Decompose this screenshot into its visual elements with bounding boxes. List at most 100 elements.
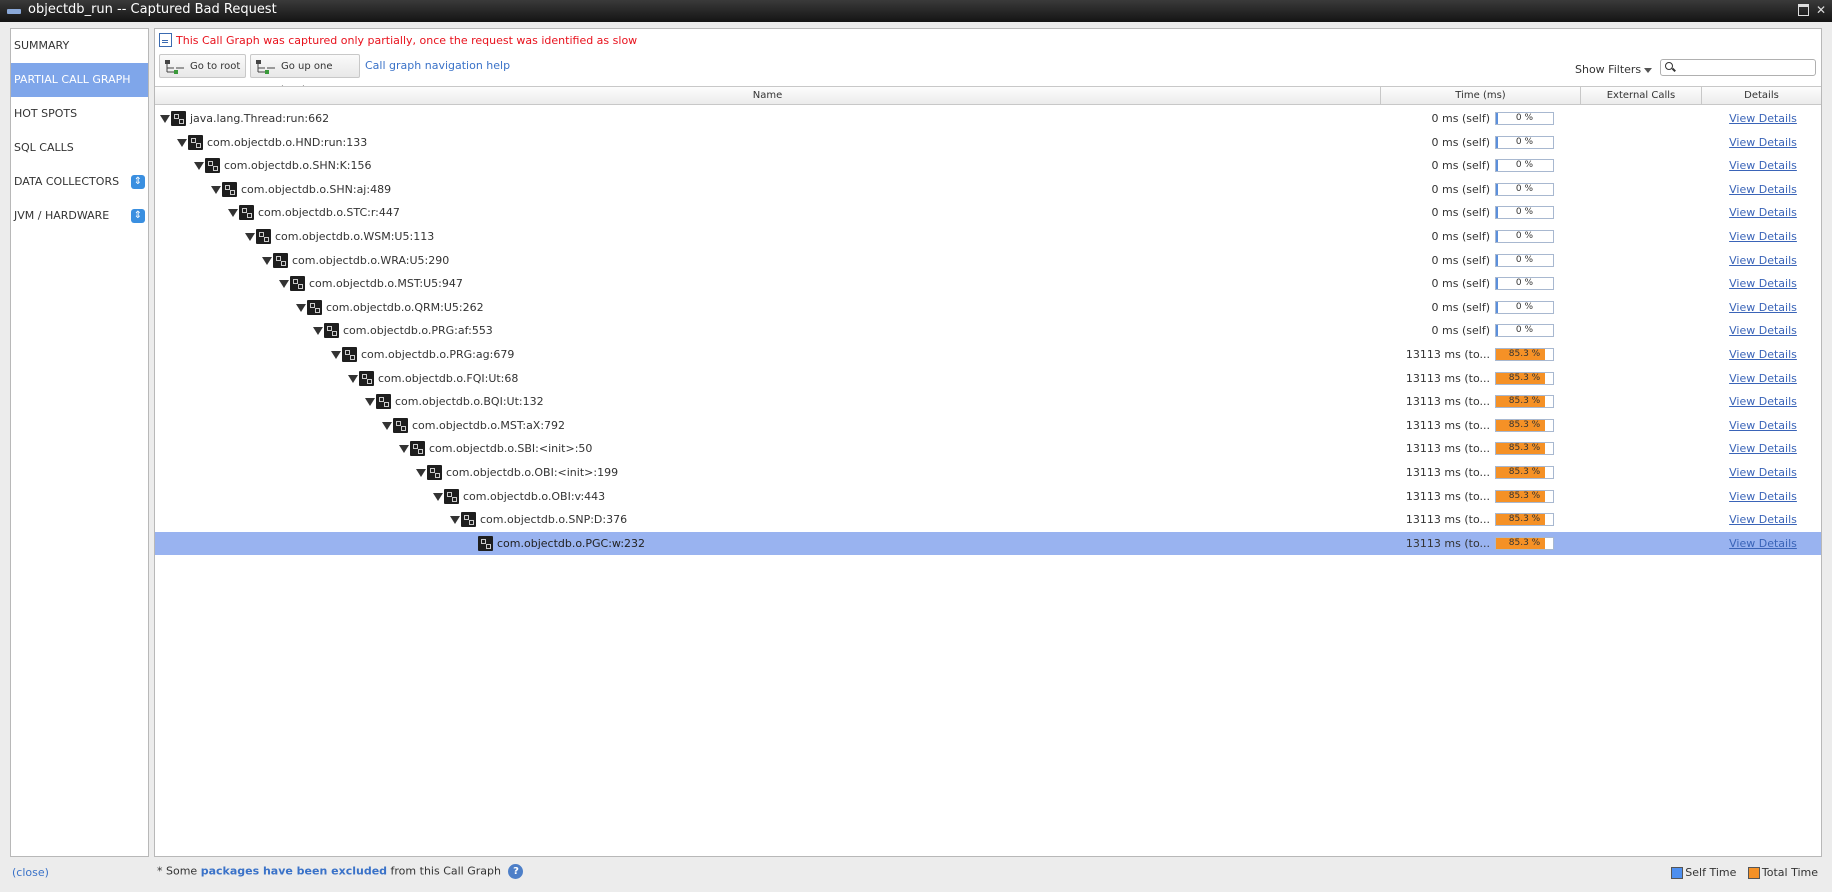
expand-triangle-icon[interactable]	[228, 209, 238, 217]
view-details-link[interactable]: View Details	[1728, 272, 1798, 295]
view-details-link[interactable]: View Details	[1728, 249, 1798, 272]
table-row[interactable]: com.objectdb.o.MST:U5:947 0 ms (self) 0 % V…	[155, 272, 1821, 295]
view-details-link[interactable]: View Details	[1728, 319, 1798, 342]
expand-triangle-icon[interactable]	[313, 327, 323, 335]
close-window-icon[interactable]: ✕	[1814, 3, 1828, 17]
sidebar-item-partial-call-graph[interactable]: PARTIAL CALL GRAPH	[11, 63, 148, 97]
navigation-help-link[interactable]: Call graph navigation help	[365, 56, 510, 76]
time-percent-bar: 85.3 %	[1495, 419, 1554, 432]
sidebar-item-sql-calls[interactable]: SQL CALLS	[11, 131, 148, 165]
help-icon[interactable]: ?	[508, 864, 524, 879]
view-details-link[interactable]: View Details	[1728, 296, 1798, 319]
view-details-link[interactable]: View Details	[1728, 508, 1798, 531]
column-header-time[interactable]: Time (ms)	[1381, 87, 1581, 104]
table-row[interactable]: java.lang.Thread:run:662 0 ms (self) 0 % Vi…	[155, 107, 1821, 130]
view-details-link[interactable]: View Details	[1728, 461, 1798, 484]
column-header-details[interactable]: Details	[1702, 87, 1821, 104]
expand-triangle-icon[interactable]	[296, 304, 306, 312]
time-value: 13113 ms (to...	[1405, 466, 1490, 479]
expand-badge-icon[interactable]: ⇕	[131, 209, 145, 223]
percent-label: 0 %	[1515, 184, 1534, 194]
table-row[interactable]: com.objectdb.o.WSM:U5:113 0 ms (self) 0 % V…	[155, 225, 1821, 248]
view-details-link[interactable]: View Details	[1728, 225, 1798, 248]
expand-triangle-icon[interactable]	[416, 469, 426, 477]
view-details-link[interactable]: View Details	[1728, 485, 1798, 508]
sidebar-item-summary[interactable]: SUMMARY	[11, 29, 148, 63]
percent-label: 0 %	[1515, 113, 1534, 123]
table-row[interactable]: com.objectdb.o.SHN:K:156 0 ms (self) 0 % Vi…	[155, 154, 1821, 177]
maximize-icon[interactable]	[1796, 3, 1810, 17]
expand-triangle-icon[interactable]	[399, 445, 409, 453]
view-details-link[interactable]: View Details	[1728, 414, 1798, 437]
sidebar-item-label: HOT SPOTS	[14, 107, 78, 120]
expand-triangle-icon[interactable]	[245, 233, 255, 241]
table-row[interactable]: com.objectdb.o.BQI:Ut:132 13113 ms (to...…	[155, 390, 1821, 413]
table-row[interactable]: com.objectdb.o.MST:aX:792 13113 ms (to...…	[155, 414, 1821, 437]
table-row[interactable]: com.objectdb.o.SBI:<init>:50 13113 ms (to…	[155, 437, 1821, 460]
expand-triangle-icon[interactable]	[160, 115, 170, 123]
table-row[interactable]: com.objectdb.o.SNP:D:376 13113 ms (to... 8…	[155, 508, 1821, 531]
view-details-link[interactable]: View Details	[1728, 201, 1798, 224]
percent-label: 0 %	[1515, 137, 1534, 147]
self-time-swatch	[1671, 867, 1684, 879]
table-row[interactable]: com.objectdb.o.QRM:U5:262 0 ms (self) 0 % V…	[155, 296, 1821, 319]
view-details-link[interactable]: View Details	[1728, 390, 1798, 413]
method-node-icon	[359, 371, 374, 386]
time-value: 13113 ms (to...	[1405, 348, 1490, 361]
table-row[interactable]: com.objectdb.o.WRA:U5:290 0 ms (self) 0 % V…	[155, 249, 1821, 272]
expand-triangle-icon[interactable]	[433, 493, 443, 501]
expand-triangle-icon[interactable]	[177, 139, 187, 147]
table-row[interactable]: com.objectdb.o.STC:r:447 0 ms (self) 0 % Vi…	[155, 201, 1821, 224]
expand-triangle-icon[interactable]	[331, 351, 341, 359]
expand-triangle-icon[interactable]	[211, 186, 221, 194]
view-details-link[interactable]: View Details	[1728, 343, 1798, 366]
percent-label: 85.3 %	[1508, 443, 1541, 453]
column-header-name[interactable]: Name	[155, 87, 1381, 104]
view-details-link[interactable]: View Details	[1728, 178, 1798, 201]
table-row[interactable]: com.objectdb.o.FQI:Ut:68 13113 ms (to... 8…	[155, 367, 1821, 390]
time-value: 0 ms (self)	[1431, 136, 1490, 149]
percent-label: 0 %	[1515, 231, 1534, 241]
table-row[interactable]: com.objectdb.o.PRG:af:553 0 ms (self) 0 % V…	[155, 319, 1821, 342]
table-row[interactable]: com.objectdb.o.PRG:ag:679 13113 ms (to...…	[155, 343, 1821, 366]
view-details-link[interactable]: View Details	[1728, 131, 1798, 154]
expand-triangle-icon[interactable]	[450, 516, 460, 524]
percent-label: 0 %	[1515, 325, 1534, 335]
expand-triangle-icon[interactable]	[194, 162, 204, 170]
view-details-link[interactable]: View Details	[1728, 154, 1798, 177]
expand-triangle-icon[interactable]	[348, 375, 358, 383]
time-percent-bar: 0 %	[1495, 206, 1554, 219]
close-link[interactable]: (close)	[12, 866, 49, 879]
table-row[interactable]: com.objectdb.o.OBI:<init>:199 13113 ms (t…	[155, 461, 1821, 484]
excluded-packages-link[interactable]: packages have been excluded	[201, 865, 387, 878]
sidebar-item-data-collectors[interactable]: DATA COLLECTORS ⇕	[11, 165, 148, 199]
view-details-link[interactable]: View Details	[1728, 437, 1798, 460]
table-row[interactable]: com.objectdb.o.PGC:w:232 13113 ms (to... 8…	[155, 532, 1821, 555]
go-to-root-button[interactable]: Go to root	[159, 54, 246, 78]
sidebar: SUMMARY PARTIAL CALL GRAPH HOT SPOTS SQL…	[10, 28, 149, 857]
sidebar-item-hot-spots[interactable]: HOT SPOTS	[11, 97, 148, 131]
expand-triangle-icon[interactable]	[262, 257, 272, 265]
expand-badge-icon[interactable]: ⇕	[131, 175, 145, 189]
percent-label: 0 %	[1515, 160, 1534, 170]
table-row[interactable]: com.objectdb.o.SHN:aj:489 0 ms (self) 0 % V…	[155, 178, 1821, 201]
expand-triangle-icon[interactable]	[279, 280, 289, 288]
expand-triangle-icon[interactable]	[365, 398, 375, 406]
search-input[interactable]	[1660, 59, 1816, 76]
method-name: com.objectdb.o.SHN:aj:489	[241, 183, 392, 196]
table-row[interactable]: com.objectdb.o.OBI:v:443 13113 ms (to... 8…	[155, 485, 1821, 508]
view-details-link[interactable]: View Details	[1728, 367, 1798, 390]
method-name: com.objectdb.o.WSM:U5:113	[275, 230, 435, 243]
view-details-link[interactable]: View Details	[1728, 532, 1798, 555]
expand-triangle-icon[interactable]	[382, 422, 392, 430]
show-filters-dropdown[interactable]: Show Filters	[1575, 63, 1653, 76]
go-up-one-level-button[interactable]: Go up one level	[250, 54, 360, 96]
table-row[interactable]: com.objectdb.o.HND:run:133 0 ms (self) 0 %…	[155, 131, 1821, 154]
view-details-link[interactable]: View Details	[1728, 107, 1798, 130]
method-name: com.objectdb.o.STC:r:447	[258, 206, 400, 219]
method-node-icon	[290, 276, 305, 291]
method-node-icon	[376, 394, 391, 409]
column-header-external-calls[interactable]: External Calls	[1581, 87, 1702, 104]
sidebar-item-jvm-hardware[interactable]: JVM / HARDWARE ⇕	[11, 199, 148, 233]
time-percent-bar: 0 %	[1495, 301, 1554, 314]
